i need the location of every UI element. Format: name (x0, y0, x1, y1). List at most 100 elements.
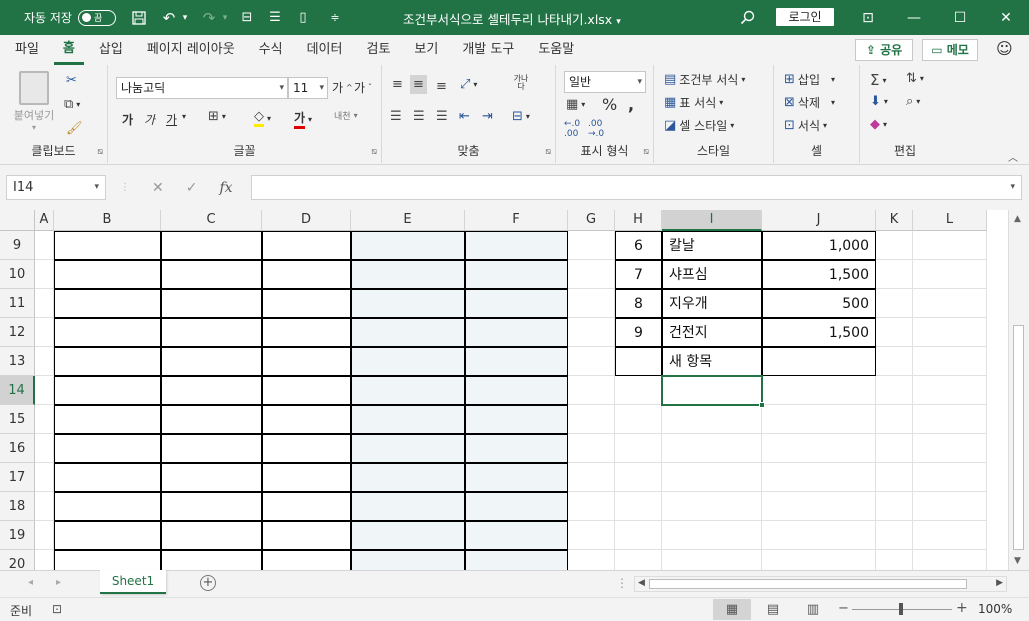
tab-developer[interactable]: 개발 도구 (453, 35, 523, 65)
cell-k16[interactable] (876, 434, 913, 463)
cell-g13[interactable] (568, 347, 615, 376)
tab-view[interactable]: 보기 (405, 35, 447, 65)
cell-c9[interactable] (161, 231, 262, 260)
align-bottom-icon[interactable]: ≡ (436, 79, 447, 94)
cell-e14[interactable] (351, 376, 465, 405)
fill-icon[interactable]: ⬇ ▾ (870, 94, 888, 109)
cell-h15[interactable] (615, 405, 662, 434)
column-header-l[interactable]: L (913, 210, 987, 231)
cell-g15[interactable] (568, 405, 615, 434)
cell-f13[interactable] (465, 347, 568, 376)
cell-g11[interactable] (568, 289, 615, 318)
customize-qat-icon[interactable]: ≑ (324, 7, 346, 29)
page-break-view-icon[interactable]: ▥ (794, 599, 832, 620)
worksheet-grid[interactable]: A B C D E F G H I J K L 9 6 칼날 1,000 10 7 샤프심 1,500 11 8 지우개 50… (0, 210, 1008, 570)
cell-k13[interactable] (876, 347, 913, 376)
cell-l16[interactable] (913, 434, 987, 463)
column-header-i[interactable]: I (662, 210, 762, 231)
cell-a9[interactable] (35, 231, 54, 260)
active-cell-selection[interactable] (661, 375, 765, 408)
cell-b18[interactable] (54, 492, 161, 521)
cell-a11[interactable] (35, 289, 54, 318)
cell-a14[interactable] (35, 376, 54, 405)
formula-input[interactable]: ▾ (251, 175, 1022, 200)
cell-i18[interactable] (662, 492, 762, 521)
cell-l19[interactable] (913, 521, 987, 550)
font-launcher-icon[interactable]: ⧅ (371, 147, 377, 157)
cell-j19[interactable] (762, 521, 876, 550)
cell-styles-button[interactable]: ◪ 셀 스타일 ▾ (664, 117, 734, 134)
column-header-e[interactable]: E (351, 210, 465, 231)
find-select-icon[interactable]: ⌕ ▾ (906, 94, 920, 109)
cell-c15[interactable] (161, 405, 262, 434)
cell-l12[interactable] (913, 318, 987, 347)
cell-c10[interactable] (161, 260, 262, 289)
search-icon[interactable] (736, 6, 758, 28)
row-header-20[interactable]: 20 (0, 550, 35, 570)
cell-k10[interactable] (876, 260, 913, 289)
cell-d14[interactable] (262, 376, 351, 405)
cell-f19[interactable] (465, 521, 568, 550)
comma-style-icon[interactable]: , (628, 95, 634, 114)
font-size-combo[interactable]: 11 ▾ (288, 77, 328, 99)
cell-d13[interactable] (262, 347, 351, 376)
cell-c18[interactable] (161, 492, 262, 521)
cell-h19[interactable] (615, 521, 662, 550)
cell-e18[interactable] (351, 492, 465, 521)
cell-h16[interactable] (615, 434, 662, 463)
cell-d19[interactable] (262, 521, 351, 550)
cell-e9[interactable] (351, 231, 465, 260)
cell-g9[interactable] (568, 231, 615, 260)
cell-j11[interactable]: 500 (762, 289, 876, 318)
cell-e11[interactable] (351, 289, 465, 318)
zoom-in-icon[interactable]: + (956, 600, 968, 616)
row-header-9[interactable]: 9 (0, 231, 35, 260)
cell-k18[interactable] (876, 492, 913, 521)
ribbon-display-icon[interactable]: ⊡ (845, 0, 891, 35)
border-icon[interactable]: ⊞ ▾ (208, 109, 226, 124)
number-launcher-icon[interactable]: ⧅ (643, 147, 649, 157)
alignment-launcher-icon[interactable]: ⧅ (545, 147, 551, 157)
decrease-indent-icon[interactable]: ⇤ (459, 109, 470, 124)
cell-c14[interactable] (161, 376, 262, 405)
form-icon[interactable]: ⊟ (236, 7, 258, 29)
cell-g14[interactable] (568, 376, 615, 405)
percent-style-icon[interactable]: % (602, 95, 617, 114)
cell-b11[interactable] (54, 289, 161, 318)
cell-e12[interactable] (351, 318, 465, 347)
cell-g20[interactable] (568, 550, 615, 570)
cell-e17[interactable] (351, 463, 465, 492)
cell-h12[interactable]: 9 (615, 318, 662, 347)
row-header-12[interactable]: 12 (0, 318, 35, 347)
fill-color-icon[interactable]: ◇ ▾ (254, 109, 271, 127)
number-format-combo[interactable]: 일반 ▾ (564, 71, 646, 93)
tab-page-layout[interactable]: 페이지 레이아웃 (138, 35, 244, 65)
cell-h13[interactable] (615, 347, 662, 376)
zoom-level[interactable]: 100% (978, 602, 1012, 616)
row-header-11[interactable]: 11 (0, 289, 35, 318)
cell-l17[interactable] (913, 463, 987, 492)
cell-b20[interactable] (54, 550, 161, 570)
cell-l14[interactable] (913, 376, 987, 405)
tab-help[interactable]: 도움말 (529, 35, 583, 65)
prev-sheet-icon[interactable]: ◂ (28, 577, 33, 588)
cell-j10[interactable]: 1,500 (762, 260, 876, 289)
cell-d12[interactable] (262, 318, 351, 347)
name-box[interactable]: I14 ▾ (6, 175, 106, 200)
redo-dropdown-icon[interactable]: ▾ (220, 7, 230, 29)
cell-k15[interactable] (876, 405, 913, 434)
feedback-smile-icon[interactable]: ☺ (996, 39, 1013, 58)
align-right-icon[interactable]: ☰ (436, 109, 448, 124)
cell-e16[interactable] (351, 434, 465, 463)
row-header-14[interactable]: 14 (0, 376, 35, 405)
cell-d20[interactable] (262, 550, 351, 570)
macro-record-icon[interactable]: ⊡ (52, 602, 62, 616)
font-name-combo[interactable]: 나눔고딕 ▾ (116, 77, 288, 99)
tab-file[interactable]: 파일 (6, 35, 48, 65)
cell-b10[interactable] (54, 260, 161, 289)
row-header-17[interactable]: 17 (0, 463, 35, 492)
vertical-scrollbar[interactable]: ▲ ▼ (1008, 210, 1029, 570)
conditional-formatting-button[interactable]: ▤ 조건부 서식 ▾ (664, 71, 745, 88)
cell-b12[interactable] (54, 318, 161, 347)
wrap-text-icon[interactable]: 가나다 (512, 75, 530, 91)
